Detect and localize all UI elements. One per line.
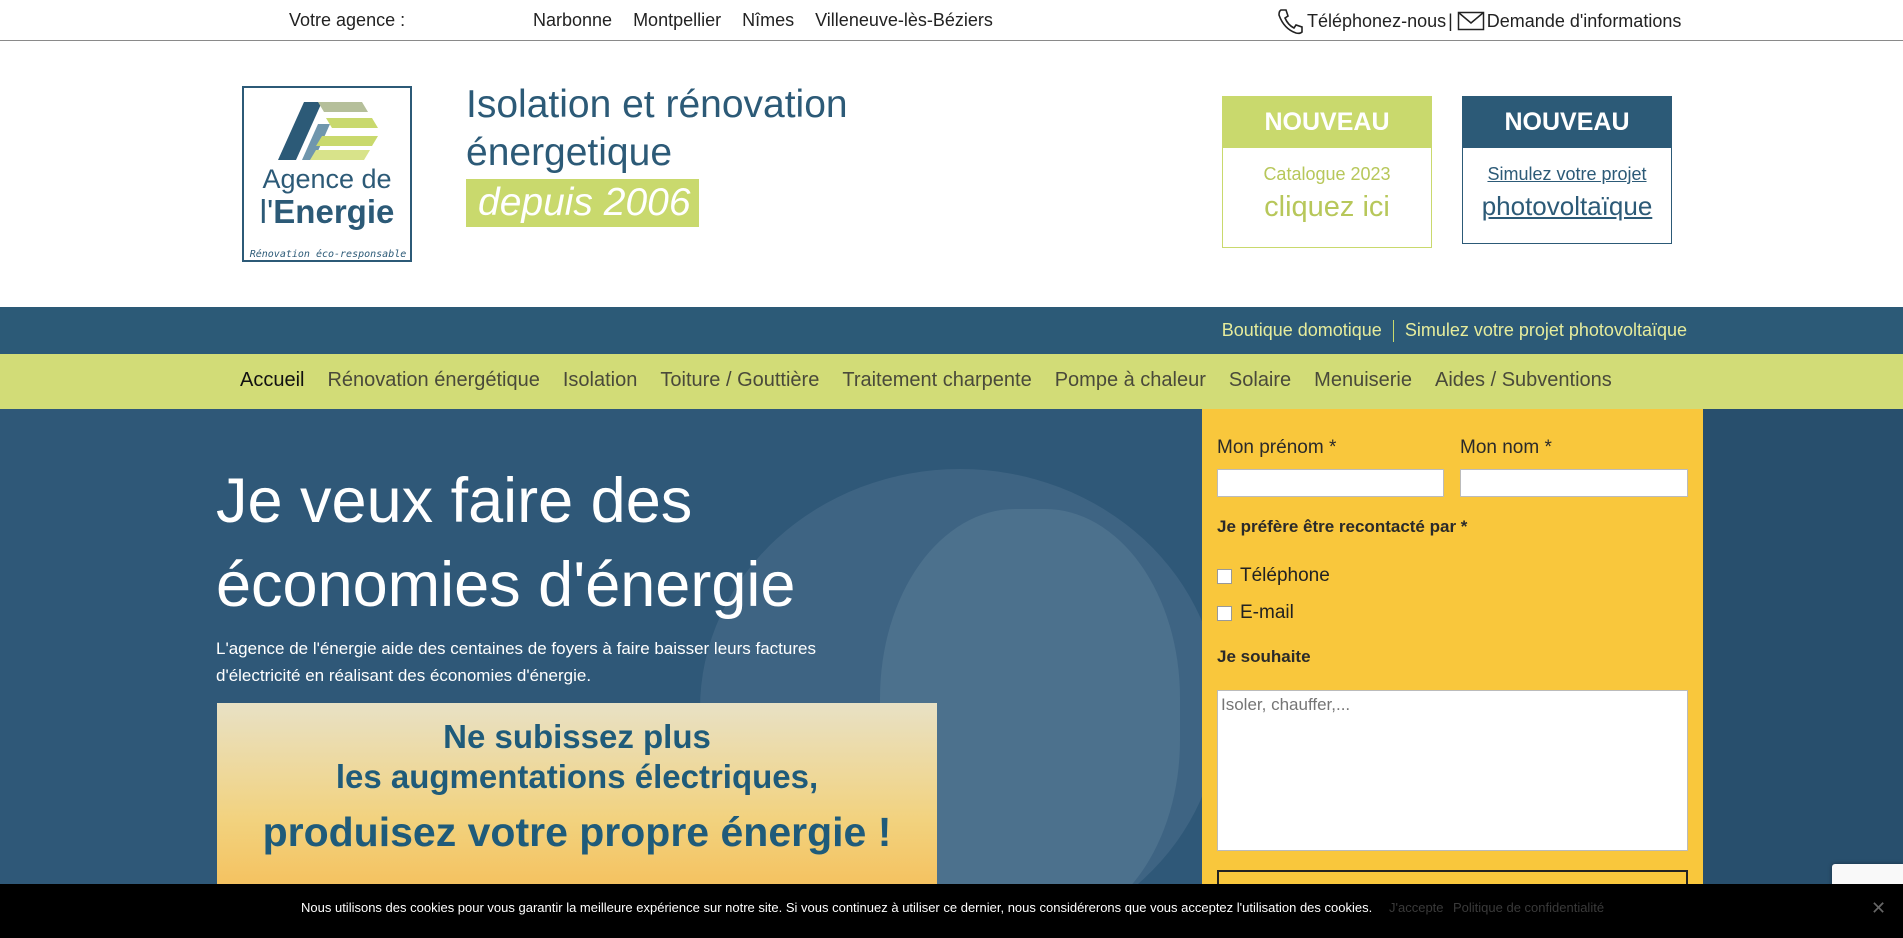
photovoltaic-badge: NOUVEAU — [1463, 97, 1671, 148]
nav-renovation[interactable]: Rénovation énergétique — [327, 369, 539, 392]
agency-link-nimes[interactable]: Nîmes — [742, 10, 794, 31]
hero-title: Je veux faire des économies d'énergie — [216, 466, 796, 620]
hero-text: L'agence de l'énergie aide des centaines… — [216, 639, 816, 685]
header-headline: Isolation et rénovation énergetique depu… — [466, 81, 848, 227]
privacy-policy-link[interactable]: Politique de confidentialité — [1453, 900, 1604, 915]
nav-charpente[interactable]: Traitement charpente — [842, 369, 1031, 392]
separator: | — [1448, 10, 1453, 31]
mail-icon — [1455, 6, 1487, 36]
firstname-label: Mon prénom * — [1217, 437, 1337, 458]
agency-link-villeneuve[interactable]: Villeneuve-lès-Béziers — [815, 10, 993, 31]
photovoltaic-sub[interactable]: Simulez votre projet — [1463, 164, 1671, 185]
headline-line-1: Isolation et rénovation — [466, 83, 848, 126]
photovoltaic-card[interactable]: NOUVEAU Simulez votre projet photovoltaï… — [1462, 96, 1672, 244]
nav-pompe-chaleur[interactable]: Pompe à chaleur — [1055, 369, 1206, 392]
info-request-link[interactable]: Demande d'informations — [1487, 11, 1682, 32]
subnav-domotique[interactable]: Boutique domotique — [1222, 320, 1382, 342]
main-nav: Accueil Rénovation énergétique Isolation… — [0, 354, 1903, 409]
subnav-photovoltaique[interactable]: Simulez votre projet photovoltaïque — [1405, 320, 1687, 342]
catalogue-badge: NOUVEAU — [1223, 97, 1431, 148]
nav-accueil[interactable]: Accueil — [240, 369, 304, 392]
subnav-divider — [1392, 320, 1394, 342]
agency-link-narbonne[interactable]: Narbonne — [533, 10, 612, 31]
phone-link[interactable]: Téléphonez-nous — [1307, 11, 1446, 32]
site-logo[interactable]: Agence de l'Energie — [242, 86, 412, 262]
phone-checkbox[interactable] — [1217, 568, 1232, 584]
promo-line-3: produisez votre propre énergie ! — [262, 809, 892, 855]
phone-icon — [1275, 6, 1307, 36]
promo-line-2: les augmentations électriques, — [335, 758, 819, 795]
phone-option-label: Téléphone — [1240, 565, 1330, 586]
nav-menuiserie[interactable]: Menuiserie — [1314, 369, 1412, 392]
hero-background-shape — [1700, 409, 1903, 938]
catalogue-card[interactable]: NOUVEAU Catalogue 2023 cliquez ici — [1222, 96, 1432, 248]
wish-label: Je souhaite — [1217, 647, 1311, 666]
headline-highlight: depuis 2006 — [466, 179, 699, 227]
top-bar: Votre agence : Narbonne Montpellier Nîme… — [0, 0, 1903, 41]
logo-line-1: Agence de — [262, 164, 392, 194]
promo-line-1: Ne subissez plus — [443, 718, 711, 755]
cookie-message: Nous utilisons des cookies pour vous gar… — [301, 900, 1373, 915]
nav-solaire[interactable]: Solaire — [1229, 369, 1291, 392]
cookie-accept-link[interactable]: J'accepte — [1389, 900, 1444, 915]
option-email[interactable]: E-mail — [1217, 602, 1294, 624]
contact-pref-label: Je préfère être recontacté par * — [1217, 517, 1468, 536]
email-checkbox[interactable] — [1217, 605, 1232, 621]
catalogue-cta[interactable]: cliquez ici — [1223, 191, 1431, 224]
contact-links: Téléphonez-nous | Demande d'informations — [1275, 6, 1681, 36]
cookie-banner: Nous utilisons des cookies pour vous gar… — [0, 884, 1903, 938]
contact-form: Mon prénom * Mon nom * Je préfère être r… — [1202, 409, 1703, 938]
lastname-input[interactable] — [1460, 469, 1688, 497]
photovoltaic-cta[interactable]: photovoltaïque — [1463, 191, 1671, 222]
logo-tagline: Rénovation éco-responsable — [249, 249, 407, 260]
wish-textarea[interactable] — [1217, 690, 1688, 851]
nav-aides[interactable]: Aides / Subventions — [1435, 369, 1612, 392]
agency-links: Narbonne Montpellier Nîmes Villeneuve-lè… — [533, 10, 993, 31]
nav-isolation[interactable]: Isolation — [563, 369, 638, 392]
lastname-label: Mon nom * — [1460, 437, 1552, 458]
logo-mark-icon — [278, 102, 378, 160]
email-option-label: E-mail — [1240, 602, 1294, 623]
logo-line-2: l'Energie — [259, 193, 395, 230]
site-header: Agence de l'Energie Rénovation éco-respo… — [0, 41, 1903, 307]
secondary-nav: Boutique domotique Simulez votre projet … — [0, 307, 1903, 354]
close-icon[interactable]: ✕ — [1871, 898, 1886, 919]
nav-toiture[interactable]: Toiture / Gouttière — [660, 369, 819, 392]
headline-line-2: énergetique — [466, 131, 673, 174]
agency-label: Votre agence : — [289, 10, 406, 30]
agency-link-montpellier[interactable]: Montpellier — [633, 10, 721, 31]
firstname-input[interactable] — [1217, 469, 1444, 497]
option-phone[interactable]: Téléphone — [1217, 565, 1330, 587]
catalogue-sub: Catalogue 2023 — [1263, 164, 1391, 184]
